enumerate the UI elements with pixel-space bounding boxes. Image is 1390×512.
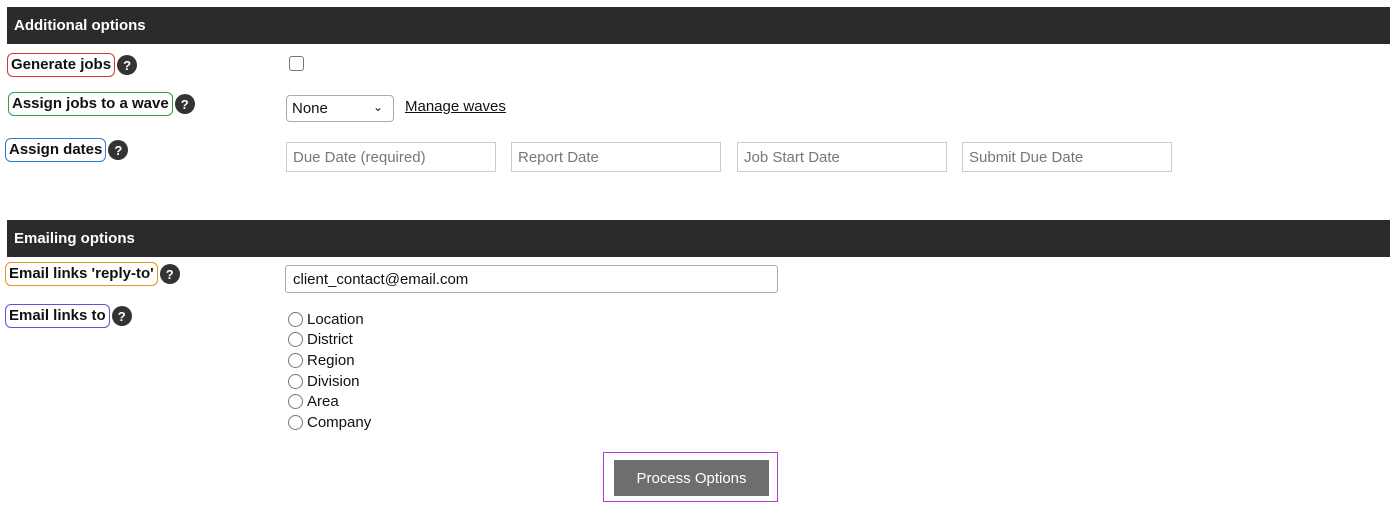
links-to-radio-group: Location District Region Division Area C…	[288, 309, 371, 433]
help-icon[interactable]: ?	[117, 55, 138, 75]
links-to-label: Email links to	[5, 304, 110, 328]
radio-option-region[interactable]: Region	[288, 350, 371, 371]
assign-wave-label-row: Assign jobs to a wave ?	[8, 92, 195, 116]
radio-label: Company	[307, 413, 372, 431]
radio-option-district[interactable]: District	[288, 330, 371, 351]
generate-jobs-checkbox[interactable]	[289, 56, 304, 71]
help-icon[interactable]: ?	[174, 94, 195, 114]
due-date-input[interactable]: Due Date (required)	[286, 142, 496, 172]
radio-option-location[interactable]: Location	[288, 309, 371, 330]
help-icon[interactable]: ?	[108, 140, 129, 160]
wave-select-value: None	[292, 100, 328, 117]
additional-options-title: Additional options	[14, 17, 146, 34]
radio-button[interactable]	[288, 373, 303, 389]
emailing-options-title: Emailing options	[14, 230, 135, 247]
generate-jobs-label-row: Generate jobs ?	[7, 53, 138, 77]
process-options-button[interactable]: Process Options	[614, 460, 769, 496]
reply-to-input[interactable]: client_contact@email.com	[285, 265, 778, 293]
radio-label: Region	[307, 351, 355, 369]
emailing-options-header: Emailing options	[7, 220, 1390, 257]
manage-waves-link[interactable]: Manage waves	[405, 98, 506, 115]
radio-button[interactable]	[288, 311, 303, 327]
generate-jobs-label: Generate jobs	[7, 53, 116, 77]
report-date-placeholder: Report Date	[518, 148, 599, 166]
radio-label: District	[307, 331, 353, 349]
job-start-date-placeholder: Job Start Date	[744, 148, 840, 166]
assign-dates-label-row: Assign dates ?	[5, 138, 129, 162]
assign-dates-label: Assign dates	[5, 138, 107, 162]
submit-due-date-placeholder: Submit Due Date	[969, 148, 1084, 166]
wave-select[interactable]: None ⌄	[286, 95, 394, 122]
reply-to-label: Email links 'reply-to'	[5, 262, 158, 286]
radio-option-company[interactable]: Company	[288, 412, 371, 433]
reply-to-value: client_contact@email.com	[293, 270, 469, 288]
submit-due-date-input[interactable]: Submit Due Date	[962, 142, 1172, 172]
report-date-input[interactable]: Report Date	[511, 142, 721, 172]
additional-options-header: Additional options	[7, 7, 1390, 44]
radio-button[interactable]	[288, 414, 303, 430]
radio-label: Location	[307, 310, 364, 328]
radio-label: Area	[307, 393, 339, 411]
reply-to-label-row: Email links 'reply-to' ?	[5, 262, 180, 286]
help-icon[interactable]: ?	[159, 264, 180, 284]
radio-button[interactable]	[288, 352, 303, 368]
help-icon[interactable]: ?	[111, 306, 132, 326]
radio-button[interactable]	[288, 394, 303, 410]
radio-option-division[interactable]: Division	[288, 371, 371, 392]
assign-wave-label: Assign jobs to a wave	[8, 92, 173, 116]
due-date-placeholder: Due Date (required)	[293, 148, 426, 166]
chevron-down-icon: ⌄	[372, 100, 383, 114]
radio-option-area[interactable]: Area	[288, 391, 371, 412]
links-to-label-row: Email links to ?	[5, 304, 132, 328]
job-start-date-input[interactable]: Job Start Date	[737, 142, 947, 172]
radio-label: Division	[307, 372, 360, 390]
radio-button[interactable]	[288, 332, 303, 348]
